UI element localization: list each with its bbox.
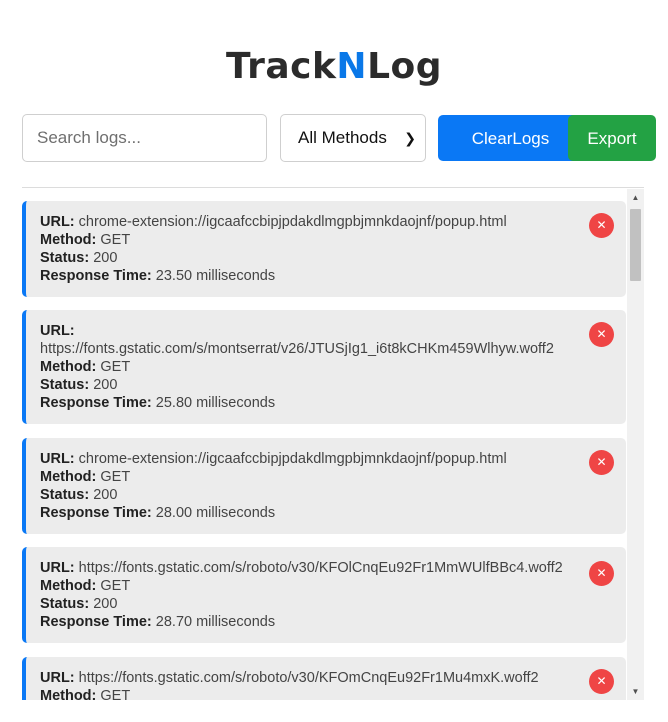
log-status: 200	[93, 596, 118, 612]
log-response-time-line: Response Time: 23.50 milliseconds	[40, 267, 586, 285]
method-label: Method:	[40, 359, 97, 375]
log-url: https://fonts.gstatic.com/s/roboto/v30/K…	[78, 560, 563, 576]
divider	[22, 187, 644, 188]
close-icon: ✕	[596, 566, 607, 580]
log-method-line: Method: GET	[40, 358, 586, 376]
log-entry: URL: https://fonts.gstatic.com/s/montserr…	[22, 310, 626, 424]
log-status-line: Status: 200	[40, 595, 586, 613]
log-url-line: URL: https://fonts.gstatic.com/s/roboto/…	[40, 559, 586, 577]
method-label: Method:	[40, 469, 97, 485]
log-url: https://fonts.gstatic.com/s/montserrat/v…	[40, 341, 554, 357]
log-response-time-line: Response Time: 28.00 milliseconds	[40, 504, 586, 522]
close-icon: ✕	[596, 674, 607, 688]
close-icon: ✕	[596, 455, 607, 469]
app-root: TrackNLog All Methods ❯ ClearLogs Export…	[0, 0, 668, 722]
log-url-line: URL: chrome-extension://igcaafccbipjpdak…	[40, 213, 586, 231]
export-button[interactable]: Export	[568, 115, 656, 161]
clear-logs-button[interactable]: ClearLogs	[438, 115, 583, 161]
delete-log-button[interactable]: ✕	[589, 213, 614, 238]
title-track: Track	[225, 46, 337, 87]
log-url-line: URL: chrome-extension://igcaafccbipjpdak…	[40, 450, 586, 468]
delete-log-button[interactable]: ✕	[589, 322, 614, 347]
url-label: URL:	[40, 323, 75, 339]
method-filter-select[interactable]: All Methods ❯	[280, 114, 426, 162]
log-method-line: Method: GET	[40, 687, 586, 700]
log-entry: URL: chrome-extension://igcaafccbipjpdak…	[22, 201, 626, 297]
log-status: 200	[93, 250, 118, 266]
log-response-time: 28.00 milliseconds	[155, 505, 276, 521]
log-url: chrome-extension://igcaafccbipjpdakdlmgp…	[78, 214, 507, 230]
url-label: URL:	[40, 670, 75, 686]
status-label: Status:	[40, 250, 90, 266]
log-method: GET	[100, 232, 131, 248]
status-label: Status:	[40, 377, 90, 393]
scrollbar-thumb[interactable]	[630, 209, 641, 281]
log-url-line: URL: https://fonts.gstatic.com/s/roboto/…	[40, 669, 586, 687]
log-status-line: Status: 200	[40, 249, 586, 267]
log-response-time-line: Response Time: 28.70 milliseconds	[40, 613, 586, 631]
method-filter-value: All Methods	[298, 128, 387, 147]
delete-log-button[interactable]: ✕	[589, 669, 614, 694]
log-entry: URL: https://fonts.gstatic.com/s/roboto/…	[22, 657, 626, 700]
close-icon: ✕	[596, 327, 607, 341]
log-entry: URL: https://fonts.gstatic.com/s/roboto/…	[22, 547, 626, 643]
log-list: URL: chrome-extension://igcaafccbipjpdak…	[22, 189, 644, 700]
log-method: GET	[100, 688, 131, 700]
log-url-line: URL: https://fonts.gstatic.com/s/montserr…	[40, 322, 586, 358]
scrollbar[interactable]: ▲ ▼	[627, 189, 644, 700]
scroll-down-icon[interactable]: ▼	[627, 683, 644, 700]
response-time-label: Response Time:	[40, 614, 152, 630]
response-time-label: Response Time:	[40, 268, 152, 284]
delete-log-button[interactable]: ✕	[589, 561, 614, 586]
url-label: URL:	[40, 214, 75, 230]
log-method: GET	[100, 578, 131, 594]
response-time-label: Response Time:	[40, 395, 152, 411]
log-method-line: Method: GET	[40, 468, 586, 486]
scroll-up-icon[interactable]: ▲	[627, 189, 644, 206]
title-log: Log	[367, 46, 443, 87]
log-status: 200	[93, 487, 118, 503]
delete-log-button[interactable]: ✕	[589, 450, 614, 475]
log-method: GET	[100, 359, 131, 375]
log-method: GET	[100, 469, 131, 485]
log-entry: URL: chrome-extension://igcaafccbipjpdak…	[22, 438, 626, 534]
chevron-down-icon: ❯	[404, 130, 416, 146]
url-label: URL:	[40, 451, 75, 467]
log-response-time: 25.80 milliseconds	[155, 395, 276, 411]
log-url: chrome-extension://igcaafccbipjpdakdlmgp…	[78, 451, 507, 467]
url-label: URL:	[40, 560, 75, 576]
status-label: Status:	[40, 596, 90, 612]
log-status-line: Status: 200	[40, 376, 586, 394]
log-method-line: Method: GET	[40, 577, 586, 595]
search-input[interactable]	[22, 114, 267, 162]
response-time-label: Response Time:	[40, 505, 152, 521]
status-label: Status:	[40, 487, 90, 503]
log-method-line: Method: GET	[40, 231, 586, 249]
log-status-line: Status: 200	[40, 486, 586, 504]
log-response-time-line: Response Time: 25.80 milliseconds	[40, 394, 586, 412]
close-icon: ✕	[596, 218, 607, 232]
method-label: Method:	[40, 578, 97, 594]
app-title: TrackNLog	[0, 44, 668, 90]
log-status: 200	[93, 377, 118, 393]
method-label: Method:	[40, 232, 97, 248]
log-response-time: 28.70 milliseconds	[155, 614, 276, 630]
log-url: https://fonts.gstatic.com/s/roboto/v30/K…	[78, 670, 539, 686]
log-response-time: 23.50 milliseconds	[155, 268, 276, 284]
title-n: N	[336, 46, 368, 87]
method-label: Method:	[40, 688, 97, 700]
